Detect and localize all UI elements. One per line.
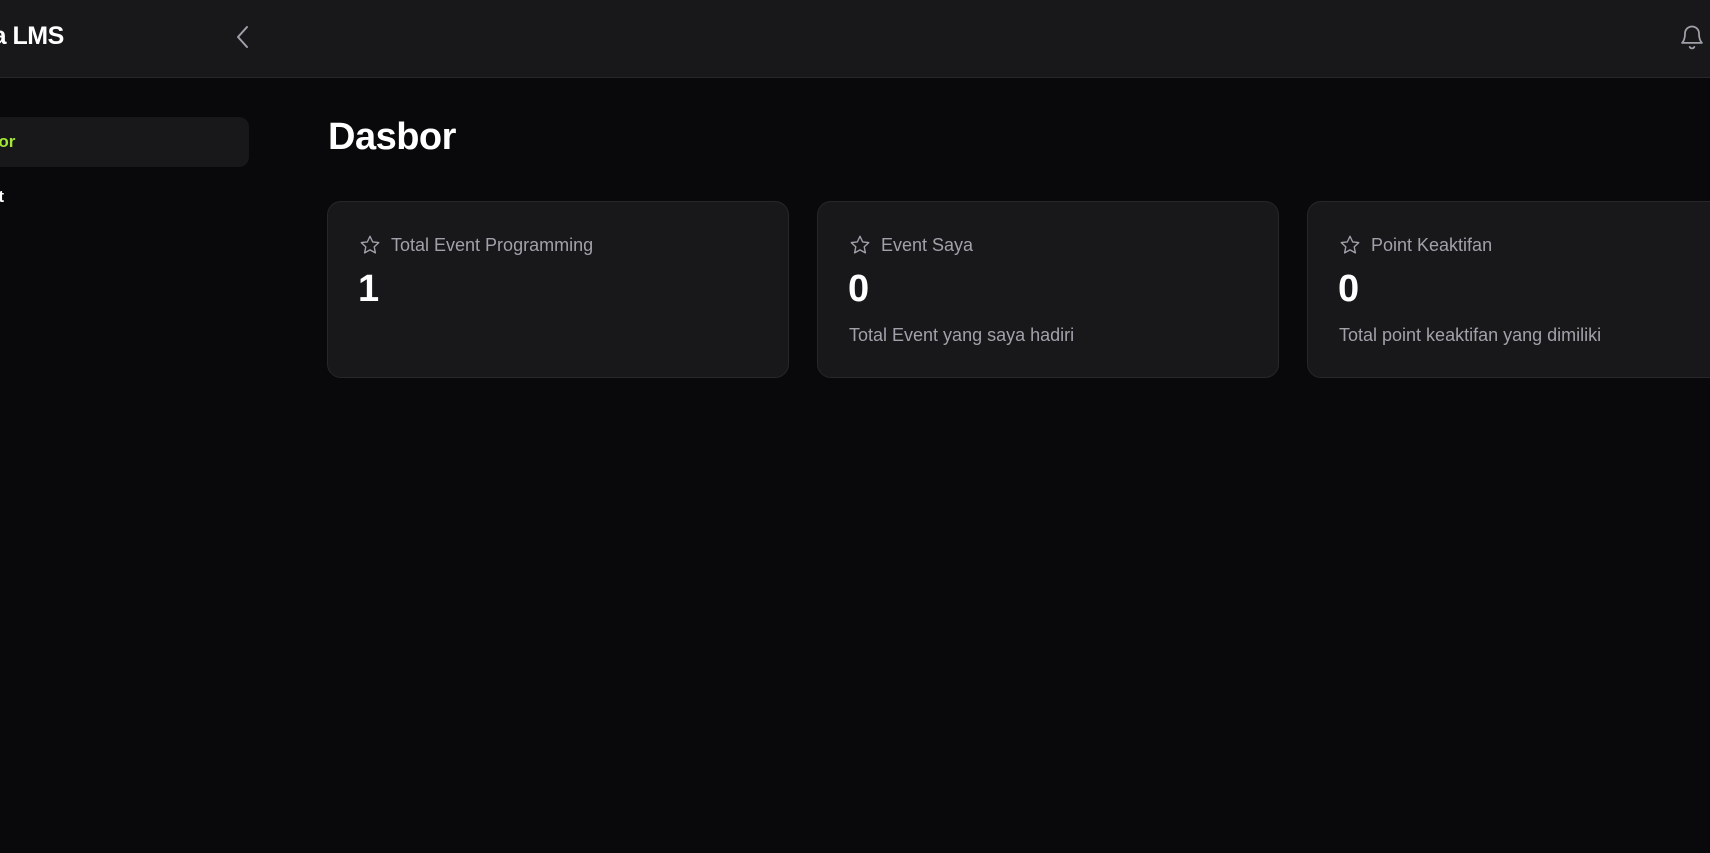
card-header: Total Event Programming: [359, 234, 593, 256]
bell-icon: [1681, 25, 1703, 50]
sidebar-item-event[interactable]: nt: [0, 172, 249, 222]
card-header: Event Saya: [849, 234, 973, 256]
card-value: 0: [848, 268, 870, 310]
star-icon: [360, 235, 380, 254]
card-header: Point Keaktifan: [1339, 234, 1492, 256]
chevron-left-icon: [237, 26, 248, 48]
card-value: 0: [1338, 268, 1360, 310]
stat-card-total-event-programming: Total Event Programming 1: [327, 201, 789, 378]
sidebar-item-label: nt: [0, 187, 5, 206]
card-title: Event Saya: [881, 234, 974, 255]
card-value: 1: [358, 268, 380, 310]
card-title: Total Event Programming: [391, 234, 594, 255]
star-icon: [1340, 235, 1360, 254]
stat-card-event-saya: Event Saya 0 Total Event yang saya hadir…: [817, 201, 1279, 378]
sidebar-item-label: bor: [0, 132, 16, 151]
card-description: Total Event yang saya hadiri: [849, 325, 1075, 345]
page-title: Dasbor: [328, 116, 456, 158]
collapse-sidebar-button[interactable]: [230, 22, 256, 52]
stat-card-point-keaktifan: Point Keaktifan 0 Total point keaktifan …: [1307, 201, 1710, 378]
notification-button[interactable]: [1677, 22, 1707, 52]
card-title: Point Keaktifan: [1371, 234, 1493, 255]
star-icon: [850, 235, 870, 254]
card-description: Total point keaktifan yang dimiliki: [1339, 325, 1602, 345]
sidebar: bor nt: [0, 79, 260, 853]
app-brand[interactable]: edia LMS: [0, 22, 64, 51]
sidebar-item-dasbor[interactable]: bor: [0, 117, 249, 167]
top-bar: edia LMS: [0, 0, 1710, 78]
